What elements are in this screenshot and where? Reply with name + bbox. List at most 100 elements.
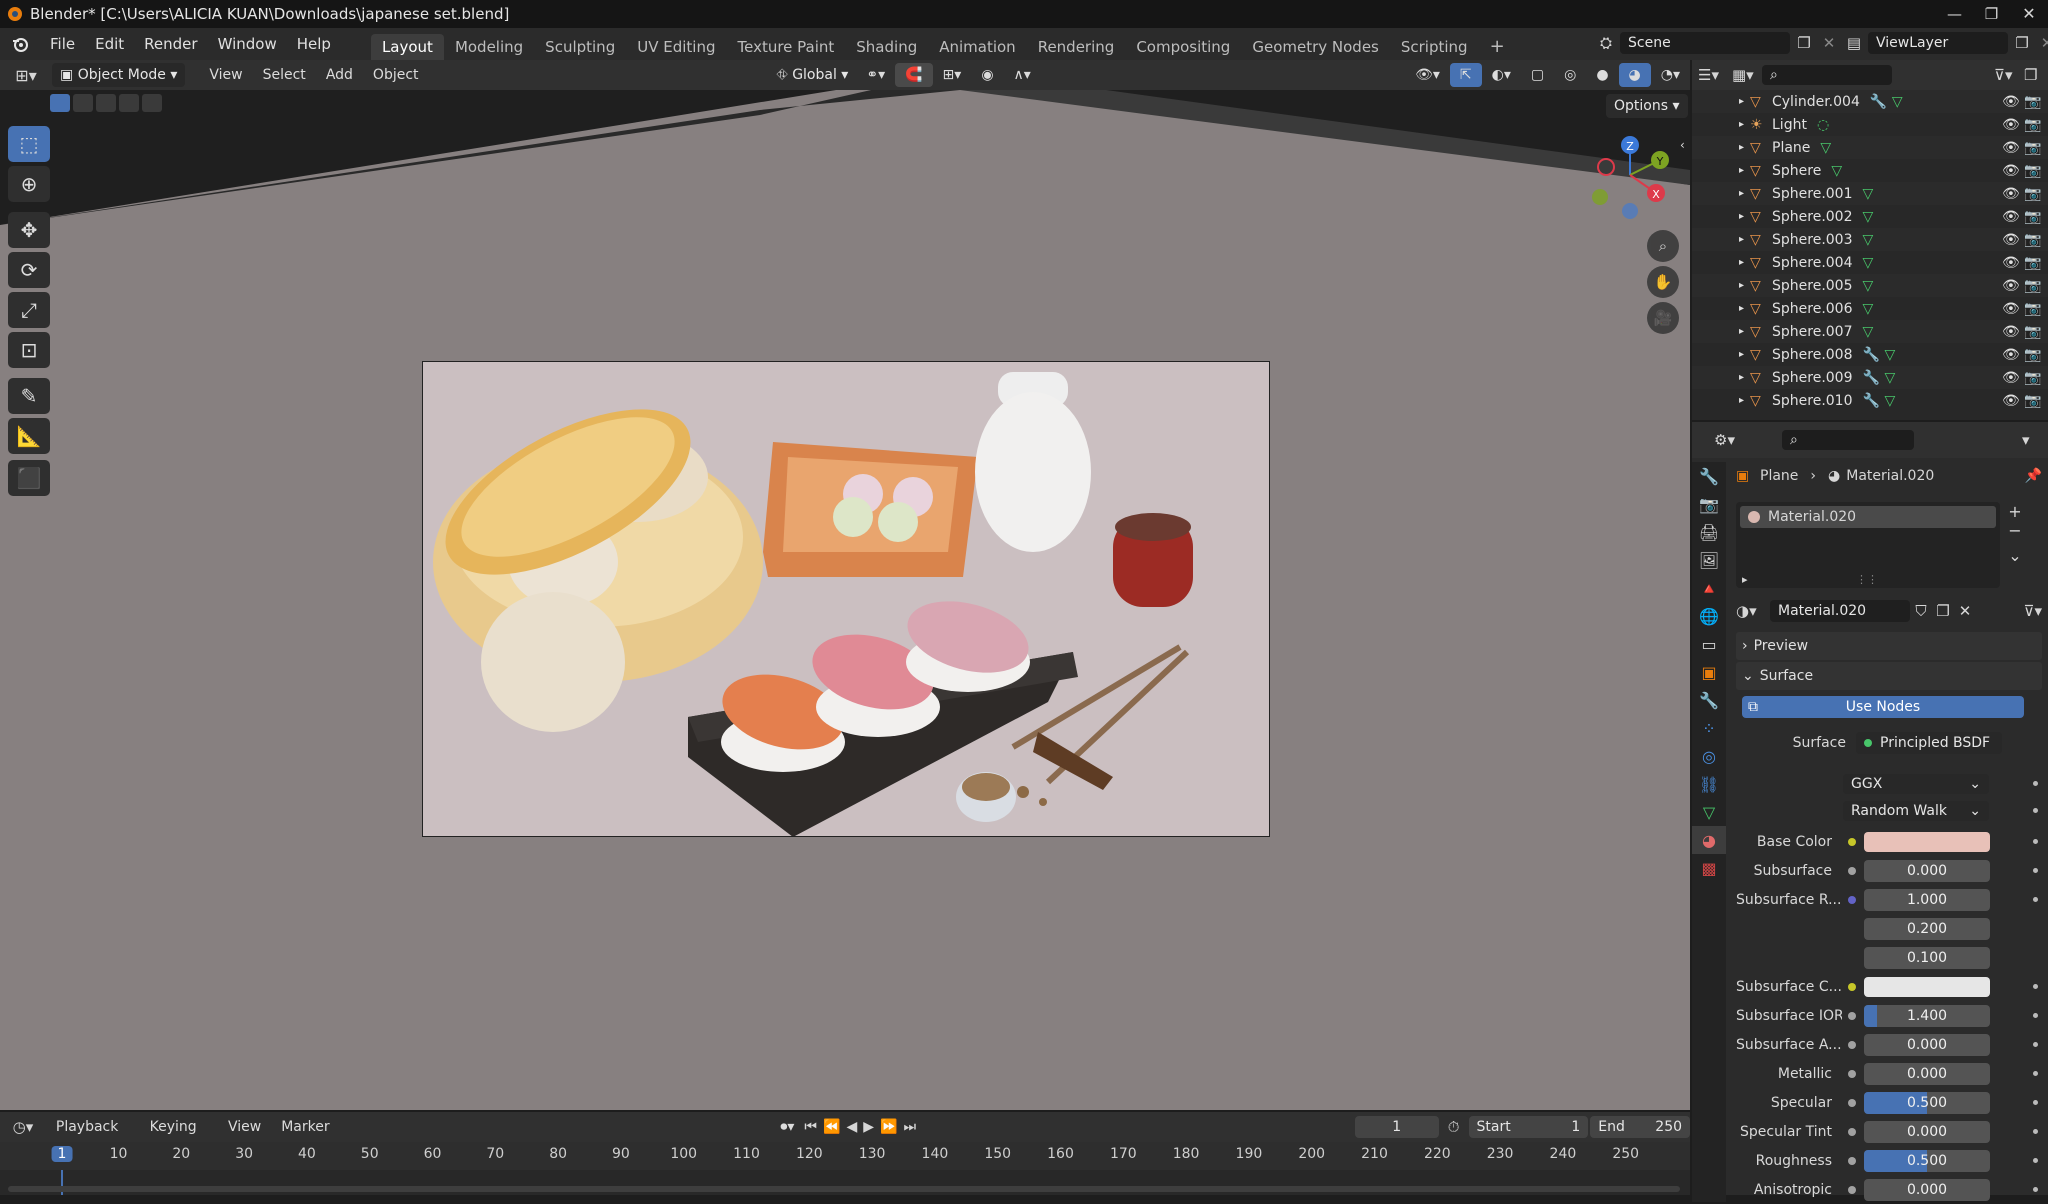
delete-view-layer-icon[interactable]: ✕ bbox=[2036, 34, 2048, 52]
expand-arrow-icon[interactable]: ▸ bbox=[1692, 303, 1750, 314]
render-camera-icon[interactable]: 📷 bbox=[2024, 209, 2041, 225]
render-camera-icon[interactable]: 📷 bbox=[2024, 255, 2041, 271]
zoom-icon[interactable]: ⌕ bbox=[1647, 230, 1679, 262]
properties-search-input[interactable]: ⌕ bbox=[1782, 430, 1914, 450]
proportional-edit-icon[interactable]: ◉ bbox=[971, 63, 1003, 87]
tab-uv-editing[interactable]: UV Editing bbox=[626, 34, 726, 60]
property-value-field[interactable]: 0.200 bbox=[1864, 917, 1990, 940]
light-data-icon[interactable]: ◌ bbox=[1817, 117, 1837, 133]
menu-file[interactable]: File bbox=[40, 28, 85, 60]
property-value-field[interactable]: 0.000 bbox=[1864, 859, 1990, 882]
visibility-eye-icon[interactable]: 👁 bbox=[2002, 232, 2020, 248]
window-maximize-button[interactable]: ❐ bbox=[1973, 0, 2010, 28]
menu-playback[interactable]: Playback ▾ bbox=[46, 1115, 140, 1159]
camera-view-icon[interactable]: 🎥 bbox=[1647, 302, 1679, 334]
modifier-icon[interactable]: 🔧 bbox=[1863, 370, 1885, 386]
modifier-icon[interactable]: 🔧 bbox=[1870, 94, 1892, 110]
select-extend-icon[interactable] bbox=[73, 94, 93, 112]
render-camera-icon[interactable]: 📷 bbox=[2024, 370, 2041, 386]
mesh-data-icon[interactable]: ▽ bbox=[1863, 209, 1883, 225]
render-camera-icon[interactable]: 📷 bbox=[2024, 393, 2041, 409]
auto-keying-icon[interactable]: ⏺▾ bbox=[770, 1115, 804, 1139]
outliner-row[interactable]: ▸ ▽ Sphere ▽ 👁 📷 bbox=[1692, 159, 2048, 182]
move-tool-icon[interactable]: ✥ bbox=[8, 212, 50, 248]
base-color-keyframe-icon[interactable] bbox=[2033, 839, 2038, 844]
outliner-row[interactable]: ▸ ☀ Light ◌ 👁 📷 bbox=[1692, 113, 2048, 136]
start-frame-field[interactable]: Start 1 bbox=[1468, 1116, 1589, 1138]
outliner-row[interactable]: ▸ ▽ Sphere.001 ▽ 👁 📷 bbox=[1692, 182, 2048, 205]
wireframe-shading-icon[interactable]: ◎ bbox=[1554, 63, 1586, 87]
outliner-row[interactable]: ▸ ▽ Cylinder.004 🔧 ▽ 👁 📷 bbox=[1692, 90, 2048, 113]
properties-options-icon[interactable]: ▾ bbox=[2022, 431, 2048, 449]
menu-window[interactable]: Window bbox=[208, 28, 287, 60]
measure-tool-icon[interactable]: 📐 bbox=[8, 418, 50, 454]
outliner-row[interactable]: ▸ ▽ Sphere.006 ▽ 👁 📷 bbox=[1692, 297, 2048, 320]
visibility-eye-icon[interactable]: 👁 bbox=[2002, 324, 2020, 340]
expand-arrow-icon[interactable]: ▸ bbox=[1692, 165, 1750, 176]
visibility-eye-icon[interactable]: 👁 bbox=[2002, 255, 2020, 271]
visibility-eye-icon[interactable]: 👁 bbox=[2002, 209, 2020, 225]
options-dropdown[interactable]: Options ▾ bbox=[1606, 94, 1688, 118]
keyframe-icon[interactable] bbox=[2033, 1158, 2038, 1163]
rendered-shading-icon[interactable]: ◔▾ bbox=[1651, 63, 1690, 87]
modifier-icon[interactable]: 🔧 bbox=[1863, 347, 1885, 363]
data-tab-icon[interactable]: ▽ bbox=[1692, 798, 1726, 826]
remove-slot-icon[interactable]: − bbox=[2008, 521, 2021, 540]
keyframe-icon[interactable] bbox=[2033, 1071, 2038, 1076]
property-value-field[interactable]: 1.000 bbox=[1864, 888, 1990, 911]
mesh-data-icon[interactable]: ▽ bbox=[1831, 163, 1851, 179]
select-subtract-icon[interactable] bbox=[96, 94, 116, 112]
world-tab-icon[interactable]: 🌐 bbox=[1692, 602, 1726, 630]
collection-tab-icon[interactable]: ▭ bbox=[1692, 630, 1726, 658]
current-frame-field[interactable]: 1 bbox=[1354, 1116, 1439, 1138]
distribution-dropdown[interactable]: GGX ⌄ bbox=[1843, 773, 1989, 794]
visibility-eye-icon[interactable]: 👁 bbox=[2002, 370, 2020, 386]
visibility-eye-icon[interactable]: 👁 bbox=[2002, 278, 2020, 294]
render-camera-icon[interactable]: 📷 bbox=[2024, 278, 2041, 294]
timeline[interactable]: 1 10 20 30 40 50 60 70 80 90 100 110 120 130 140 150 160… bbox=[0, 1142, 1690, 1195]
expand-arrow-icon[interactable]: ▸ bbox=[1692, 372, 1750, 383]
solid-shading-icon[interactable]: ● bbox=[1586, 63, 1618, 87]
menu-help[interactable]: Help bbox=[287, 28, 341, 60]
keyframe-icon[interactable] bbox=[2033, 1042, 2038, 1047]
tab-rendering[interactable]: Rendering bbox=[1027, 34, 1126, 60]
scene-name-field[interactable]: Scene bbox=[1620, 32, 1790, 54]
visibility-eye-icon[interactable]: 👁 bbox=[2002, 94, 2020, 110]
modifier-icon[interactable]: 🔧 bbox=[1863, 393, 1885, 409]
jump-end-icon[interactable]: ⏭ bbox=[903, 1119, 916, 1135]
preview-range-icon[interactable]: ⏱ bbox=[1439, 1118, 1469, 1136]
slot-menu-icon[interactable]: ⌄ bbox=[2008, 546, 2021, 565]
scene-icon[interactable]: ⛭ bbox=[1592, 34, 1620, 52]
subsurface-color-swatch[interactable] bbox=[1864, 976, 1990, 997]
annotate-tool-icon[interactable]: ✎ bbox=[8, 378, 50, 414]
tab-geometry-nodes[interactable]: Geometry Nodes bbox=[1241, 34, 1390, 60]
visibility-eye-icon[interactable]: 👁 bbox=[2002, 393, 2020, 409]
menu-select[interactable]: Select bbox=[253, 63, 316, 87]
mesh-data-icon[interactable]: ▽ bbox=[1820, 140, 1840, 156]
jump-start-icon[interactable]: ⏮ bbox=[804, 1119, 817, 1135]
expand-arrow-icon[interactable]: ▸ bbox=[1692, 142, 1750, 153]
gizmo-toggle-icon[interactable]: ⇱ bbox=[1449, 63, 1482, 87]
editor-type-icon[interactable]: ⊞▾ bbox=[0, 66, 52, 85]
unlink-material-icon[interactable]: ✕ bbox=[1954, 602, 1976, 620]
subsurface-color-keyframe-icon[interactable] bbox=[2033, 984, 2038, 989]
new-view-layer-icon[interactable]: ❐ bbox=[2008, 34, 2036, 52]
add-workspace-icon[interactable]: + bbox=[1479, 34, 1516, 60]
visibility-eye-icon[interactable]: 👁 bbox=[2002, 140, 2020, 156]
select-intersect-icon[interactable] bbox=[142, 94, 162, 112]
keyframe-icon[interactable] bbox=[2033, 868, 2038, 873]
expand-arrow-icon[interactable]: ▸ bbox=[1692, 119, 1750, 130]
keyframe-icon[interactable] bbox=[2033, 1187, 2038, 1192]
tab-scripting[interactable]: Scripting bbox=[1390, 34, 1479, 60]
preview-panel-header[interactable]: › Preview bbox=[1736, 632, 2042, 660]
outliner-row[interactable]: ▸ ▽ Sphere.009 🔧 ▽ 👁 📷 bbox=[1692, 366, 2048, 389]
material-name-field[interactable]: Material.020 bbox=[1770, 600, 1910, 622]
menu-object[interactable]: Object bbox=[363, 63, 429, 87]
outliner-row[interactable]: ▸ ▽ Sphere.007 ▽ 👁 📷 bbox=[1692, 320, 2048, 343]
select-box-tool-icon[interactable]: ⬚ bbox=[8, 126, 50, 162]
cursor-tool-icon[interactable]: ⊕ bbox=[8, 166, 50, 202]
window-minimize-button[interactable]: — bbox=[1936, 0, 1973, 28]
sidebar-toggle-icon[interactable]: ‹ bbox=[1680, 138, 1685, 152]
mesh-data-icon[interactable]: ▽ bbox=[1863, 324, 1883, 340]
view-layer-tab-icon[interactable]: 🖼 bbox=[1692, 546, 1726, 574]
